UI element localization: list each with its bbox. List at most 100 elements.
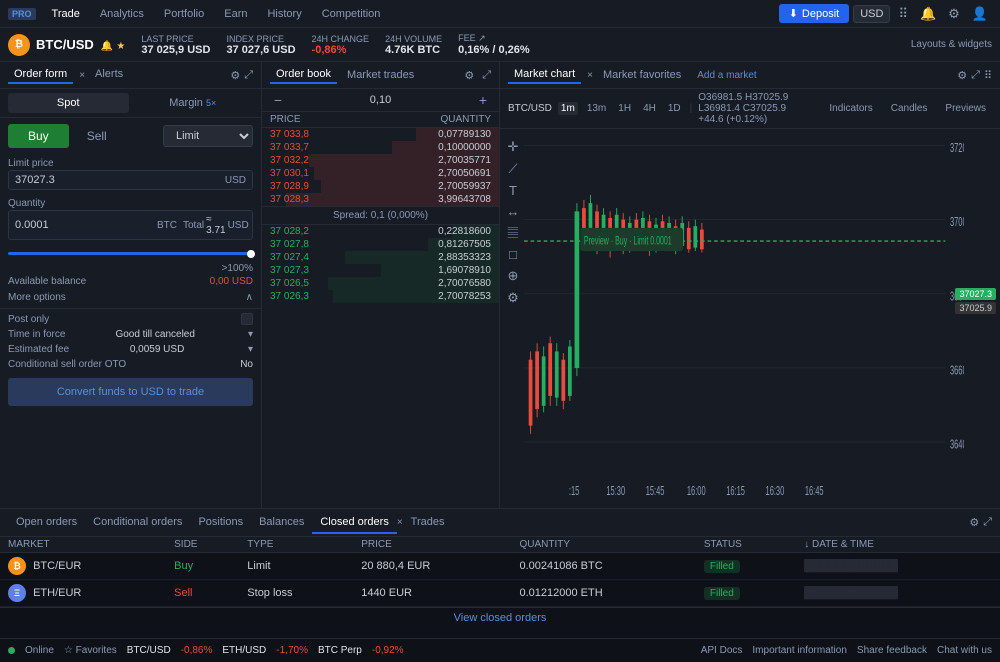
text-tool[interactable]: T bbox=[504, 183, 522, 198]
quantity-slider[interactable] bbox=[0, 244, 261, 263]
add-market-button[interactable]: Add a market bbox=[691, 68, 762, 83]
quantity-input[interactable] bbox=[15, 219, 157, 231]
zoom-tool[interactable]: ⊕ bbox=[504, 268, 522, 284]
time-1m[interactable]: 1m bbox=[558, 102, 578, 115]
limit-price-input[interactable] bbox=[15, 174, 225, 186]
fee-chevron-icon[interactable]: ▾ bbox=[248, 344, 253, 355]
fib-tool[interactable]: 𝄚 bbox=[504, 225, 522, 241]
tab-market-favorites[interactable]: Market favorites bbox=[597, 67, 687, 83]
tab-market-trades[interactable]: Market trades bbox=[341, 67, 420, 83]
grid-icon[interactable]: ⠿ bbox=[894, 4, 912, 24]
previews-button[interactable]: Previews bbox=[939, 100, 992, 117]
nav-competition[interactable]: Competition bbox=[314, 4, 389, 24]
api-docs-link[interactable]: API Docs bbox=[701, 645, 743, 656]
chart-close-icon[interactable]: × bbox=[587, 70, 593, 81]
ask-row[interactable]: 37 028,3 3,99643708 bbox=[262, 193, 499, 206]
status-pair1[interactable]: BTC/USD bbox=[127, 645, 171, 656]
gear-icon[interactable]: ⚙ bbox=[944, 4, 964, 24]
nav-analytics[interactable]: Analytics bbox=[92, 4, 152, 24]
chart-settings-icon[interactable]: ⚙ bbox=[957, 69, 967, 82]
bid-row[interactable]: 37 027,4 2,88353323 bbox=[262, 251, 499, 264]
tab-conditional-orders[interactable]: Conditional orders bbox=[85, 512, 190, 534]
nav-trade[interactable]: Trade bbox=[44, 4, 88, 24]
tab-trades[interactable]: Trades bbox=[403, 512, 453, 534]
expand-icon[interactable]: ⤢ bbox=[244, 69, 253, 82]
indicators-button[interactable]: Indicators bbox=[823, 100, 878, 117]
spread-plus-btn[interactable]: + bbox=[475, 92, 491, 108]
ob-expand-icon[interactable]: ⤢ bbox=[482, 69, 491, 82]
ask-row[interactable]: 37 033,7 0,10000000 bbox=[262, 141, 499, 154]
deposit-button[interactable]: ⬇ Deposit bbox=[779, 4, 850, 23]
convert-button[interactable]: Convert funds to USD to trade bbox=[8, 378, 253, 406]
tab-order-book[interactable]: Order book bbox=[270, 66, 337, 84]
bid-row[interactable]: 37 028,2 0,22818600 bbox=[262, 225, 499, 238]
sell-button[interactable]: Sell bbox=[73, 124, 121, 148]
bell-icon[interactable]: 🔔 bbox=[916, 4, 940, 24]
post-only-checkbox[interactable] bbox=[241, 313, 253, 325]
bell-pair-icon[interactable]: 🔔 bbox=[101, 41, 113, 52]
right-panel: Market chart × Market favorites Add a ma… bbox=[500, 62, 1000, 508]
tab-order-form[interactable]: Order form bbox=[8, 66, 73, 84]
chart-expand-icon[interactable]: ⤢ bbox=[971, 69, 980, 82]
time-1d[interactable]: 1D bbox=[665, 102, 684, 115]
time-1h[interactable]: 1H bbox=[615, 102, 634, 115]
order-market[interactable]: Ξ ETH/EUR bbox=[0, 580, 166, 607]
favorites-btn[interactable]: ☆ Favorites bbox=[64, 645, 117, 656]
tif-chevron-icon[interactable]: ▾ bbox=[248, 329, 253, 340]
ask-row[interactable]: 37 028,9 2,70059937 bbox=[262, 180, 499, 193]
bottom-section: Open orders Conditional orders Positions… bbox=[0, 508, 1000, 638]
bid-row[interactable]: 37 026,3 2,70078253 bbox=[262, 290, 499, 303]
order-market[interactable]: ₿ BTC/EUR bbox=[0, 553, 166, 580]
status-pair3[interactable]: BTC Perp bbox=[318, 645, 362, 656]
more-options-toggle[interactable]: More options ∧ bbox=[0, 289, 261, 306]
nav-history[interactable]: History bbox=[259, 4, 309, 24]
time-4h[interactable]: 4H bbox=[640, 102, 659, 115]
order-type-select[interactable]: Limit Market Stop Loss bbox=[163, 125, 253, 147]
time-13m[interactable]: 13m bbox=[584, 102, 609, 115]
orderbook-header: Order book Market trades ⚙ ⤢ bbox=[262, 62, 499, 89]
col-date[interactable]: ↓ DATE & TIME bbox=[796, 537, 1000, 553]
nav-earn[interactable]: Earn bbox=[216, 4, 255, 24]
bid-row[interactable]: 37 026,5 2,70076580 bbox=[262, 277, 499, 290]
order-form-close[interactable]: × bbox=[79, 70, 85, 81]
buy-button[interactable]: Buy bbox=[8, 124, 69, 148]
view-closed-orders-btn[interactable]: View closed orders bbox=[0, 607, 1000, 628]
crosshair-tool[interactable]: ✛ bbox=[504, 139, 522, 155]
spot-button[interactable]: Spot bbox=[8, 93, 129, 113]
chat-link[interactable]: Chat with us bbox=[937, 645, 992, 656]
candles-button[interactable]: Candles bbox=[885, 100, 934, 117]
tab-alerts[interactable]: Alerts bbox=[89, 66, 129, 84]
settings-draw-tool[interactable]: ⚙ bbox=[504, 290, 522, 306]
status-pair2[interactable]: ETH/USD bbox=[222, 645, 266, 656]
margin-button[interactable]: Margin 5× bbox=[133, 93, 254, 113]
tab-balances[interactable]: Balances bbox=[251, 512, 312, 534]
bottom-expand-icon[interactable]: ⤢ bbox=[983, 516, 992, 529]
measure-tool[interactable]: ↔ bbox=[504, 204, 522, 219]
tab-positions[interactable]: Positions bbox=[190, 512, 251, 534]
tab-market-chart[interactable]: Market chart bbox=[508, 66, 581, 84]
person-icon[interactable]: 👤 bbox=[968, 4, 992, 24]
layouts-widgets-btn[interactable]: Layouts & widgets bbox=[911, 39, 992, 50]
chart-grid-icon[interactable]: ⠿ bbox=[984, 69, 992, 82]
tab-closed-orders[interactable]: Closed orders bbox=[312, 512, 396, 534]
feedback-link[interactable]: Share feedback bbox=[857, 645, 927, 656]
star-icon[interactable]: ★ bbox=[116, 41, 125, 52]
bid-row[interactable]: 37 027,8 0,81267505 bbox=[262, 238, 499, 251]
pair-name[interactable]: BTC/USD bbox=[36, 37, 94, 52]
bid-row[interactable]: 37 027,3 1,69078910 bbox=[262, 264, 499, 277]
bottom-settings-icon[interactable]: ⚙ bbox=[969, 516, 979, 529]
settings-icon[interactable]: ⚙ bbox=[230, 69, 240, 82]
ask-row[interactable]: 37 032,2 2,70035771 bbox=[262, 154, 499, 167]
currency-selector[interactable]: USD bbox=[853, 5, 890, 23]
ob-settings-icon[interactable]: ⚙ bbox=[464, 69, 474, 82]
middle-panel: Order book Market trades ⚙ ⤢ − 0,10 + PR… bbox=[262, 62, 500, 508]
ask-row[interactable]: 37 030,1 2,70050691 bbox=[262, 167, 499, 180]
ask-row[interactable]: 37 033,8 0,07789130 bbox=[262, 128, 499, 141]
shape-tool[interactable]: □ bbox=[504, 247, 522, 262]
tab-open-orders[interactable]: Open orders bbox=[8, 512, 85, 534]
important-info-link[interactable]: Important information bbox=[752, 645, 847, 656]
spread-minus-btn[interactable]: − bbox=[270, 92, 286, 108]
chevron-up-icon: ∧ bbox=[246, 292, 253, 303]
nav-portfolio[interactable]: Portfolio bbox=[156, 4, 212, 24]
trend-line-tool[interactable]: ⟋ bbox=[504, 161, 522, 177]
